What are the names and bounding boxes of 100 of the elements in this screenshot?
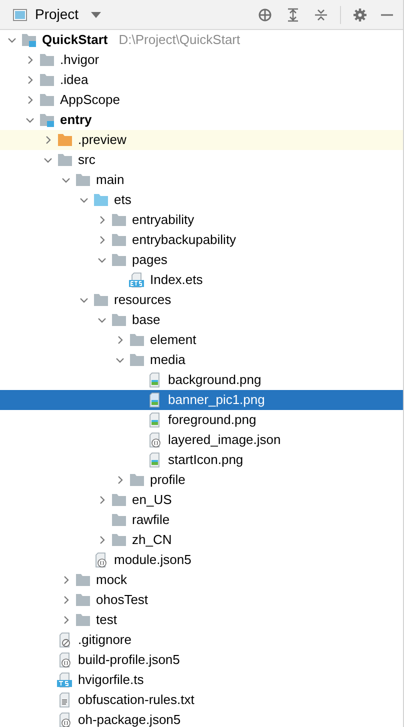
tree-row[interactable]: .gitignore bbox=[0, 630, 403, 650]
node-label: ohosTest bbox=[96, 591, 148, 610]
caret-icon bbox=[90, 12, 101, 18]
node-label: build-profile.json5 bbox=[78, 651, 180, 670]
node-label: AppScope bbox=[60, 91, 120, 110]
folder-icon bbox=[93, 293, 109, 307]
node-label: media bbox=[150, 351, 186, 370]
node-label: src bbox=[78, 151, 96, 170]
json-file-icon bbox=[147, 432, 163, 448]
ignore-file-icon bbox=[57, 632, 73, 648]
tree-row[interactable]: QuickStart D:\Project\QuickStart bbox=[0, 30, 403, 50]
tree-row[interactable]: rawfile bbox=[0, 510, 403, 530]
folder-icon bbox=[57, 153, 73, 167]
tree-row[interactable]: background.png bbox=[0, 370, 403, 390]
hide-button[interactable] bbox=[379, 12, 395, 18]
window-icon bbox=[13, 8, 27, 20]
tree-row[interactable]: layered_image.json bbox=[0, 430, 403, 450]
folder-icon bbox=[111, 533, 127, 547]
tree-row[interactable]: media bbox=[0, 350, 403, 370]
node-label: .hvigor bbox=[60, 51, 100, 70]
tree-row[interactable]: module.json5 bbox=[0, 550, 403, 570]
node-label: resources bbox=[114, 291, 172, 310]
tree-row[interactable]: main bbox=[0, 170, 403, 190]
folder-icon bbox=[39, 93, 55, 107]
node-label: .idea bbox=[60, 71, 88, 90]
folder-icon bbox=[57, 133, 73, 147]
folder-icon bbox=[39, 53, 55, 67]
json-file-icon bbox=[57, 652, 73, 668]
node-label: entryability bbox=[132, 211, 194, 230]
node-label: mock bbox=[96, 571, 128, 590]
folder-icon bbox=[75, 593, 91, 607]
node-label: ets bbox=[114, 191, 132, 210]
node-label: Index.ets bbox=[150, 271, 203, 290]
chevron-down-icon[interactable] bbox=[25, 115, 35, 125]
node-label: base bbox=[132, 311, 160, 330]
ts-file-icon bbox=[57, 672, 73, 688]
node-label: element bbox=[150, 331, 196, 350]
folder-icon bbox=[111, 213, 127, 227]
tree-row[interactable]: entrybackupability bbox=[0, 230, 403, 250]
node-label: zh_CN bbox=[132, 531, 172, 550]
project-view-dropdown[interactable]: Project bbox=[35, 4, 101, 25]
chevron-down-icon[interactable] bbox=[97, 255, 107, 265]
node-label: profile bbox=[150, 471, 186, 490]
folder-icon bbox=[111, 513, 127, 527]
folder-icon bbox=[39, 73, 55, 87]
tree-row[interactable]: .preview bbox=[0, 130, 403, 150]
tree-row[interactable]: en_US bbox=[0, 490, 403, 510]
chevron-down-icon[interactable] bbox=[115, 355, 125, 365]
tree-row[interactable]: hvigorfile.ts bbox=[0, 670, 403, 690]
node-label: banner_pic1.png bbox=[168, 391, 265, 410]
chevron-right-icon[interactable] bbox=[97, 535, 107, 545]
node-label: oh-package.json5 bbox=[78, 711, 181, 727]
folder-icon bbox=[111, 493, 127, 507]
tree-row[interactable]: zh_CN bbox=[0, 530, 403, 550]
tree-row[interactable]: Index.ets bbox=[0, 270, 403, 290]
node-label: rawfile bbox=[132, 511, 170, 530]
tree-row[interactable]: oh-package.json5 bbox=[0, 710, 403, 727]
node-label: layered_image.json bbox=[168, 431, 281, 450]
tree-row[interactable]: mock bbox=[0, 570, 403, 590]
tree-row[interactable]: .hvigor bbox=[0, 50, 403, 70]
tree-row[interactable]: profile bbox=[0, 470, 403, 490]
collapse-all-icon bbox=[314, 8, 328, 22]
folder-icon bbox=[75, 173, 91, 187]
tree-row[interactable]: .idea bbox=[0, 70, 403, 90]
node-label: startIcon.png bbox=[168, 451, 244, 470]
folder-icon bbox=[111, 313, 127, 327]
tree-row[interactable]: entryability bbox=[0, 210, 403, 230]
folder-icon bbox=[93, 193, 109, 207]
tree-row[interactable]: banner_pic1.png bbox=[0, 390, 403, 410]
node-label: QuickStart bbox=[42, 31, 108, 50]
tree-row[interactable]: element bbox=[0, 330, 403, 350]
settings-icon bbox=[353, 8, 367, 22]
chevron-down-icon[interactable] bbox=[7, 35, 17, 45]
node-label: .gitignore bbox=[78, 631, 132, 650]
tree-row[interactable]: test bbox=[0, 610, 403, 630]
tree-row[interactable]: resources bbox=[0, 290, 403, 310]
tree-row[interactable]: base bbox=[0, 310, 403, 330]
json-file-icon bbox=[93, 552, 109, 568]
tree-row[interactable]: ohosTest bbox=[0, 590, 403, 610]
folder-icon bbox=[129, 473, 145, 487]
tree-row[interactable]: foreground.png bbox=[0, 410, 403, 430]
folder-icon bbox=[39, 113, 55, 127]
node-label: entry bbox=[60, 111, 92, 130]
tree-row[interactable]: obfuscation-rules.txt bbox=[0, 690, 403, 710]
tree-row[interactable]: build-profile.json5 bbox=[0, 650, 403, 670]
tree-row[interactable]: startIcon.png bbox=[0, 450, 403, 470]
tree-row[interactable]: pages bbox=[0, 250, 403, 270]
node-label: pages bbox=[132, 251, 168, 270]
tree-row[interactable]: src bbox=[0, 150, 403, 170]
folder-icon bbox=[129, 333, 145, 347]
tree-row[interactable]: AppScope bbox=[0, 90, 403, 110]
chevron-right-icon[interactable] bbox=[115, 335, 125, 345]
folder-icon bbox=[111, 233, 127, 247]
settings-button[interactable] bbox=[351, 6, 369, 24]
folder-icon bbox=[21, 33, 37, 47]
chevron-right-icon[interactable] bbox=[43, 135, 53, 145]
expand-all-icon bbox=[286, 8, 300, 22]
tree-row[interactable]: ets bbox=[0, 190, 403, 210]
folder-icon bbox=[75, 613, 91, 627]
tree-row[interactable]: entry bbox=[0, 110, 403, 130]
